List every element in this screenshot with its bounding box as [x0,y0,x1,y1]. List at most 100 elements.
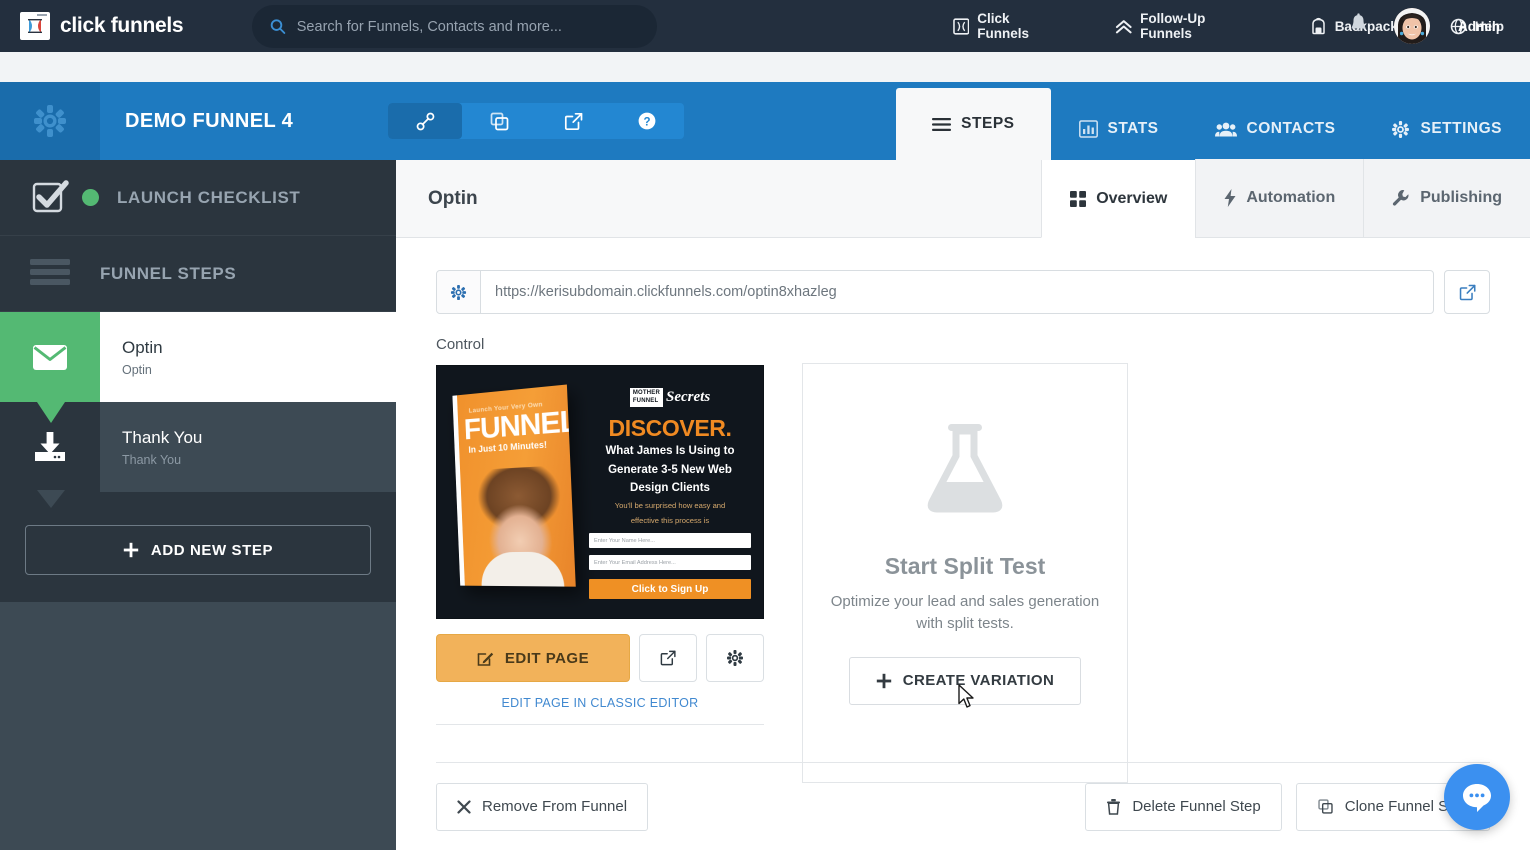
step-header: Optin Overview Automation Publishing [396,159,1530,238]
logo-line1: MOTHER [632,390,661,396]
bar-chart-icon [1078,120,1098,138]
funnel-help-button[interactable]: ? [610,103,684,139]
overview-panels: Control Launch Your Very Own FUNNEL In J… [436,336,1490,783]
gear-icon [1392,120,1410,138]
clickfunnels-logo-icon [20,12,50,40]
notifications-bell-button[interactable] [1323,13,1394,39]
tab-label: SETTINGS [1420,120,1502,137]
thumbnail-copy-block: MOTHER FUNNEL Secrets DISCOVER. What Jam… [589,388,751,600]
edit-page-label: EDIT PAGE [504,649,590,667]
avatar[interactable] [1394,8,1430,44]
page-settings-button[interactable] [706,634,764,682]
clone-icon [1318,799,1333,814]
sidebar-step-optin[interactable]: Optin Optin [0,312,396,423]
preview-page-button[interactable] [639,634,697,682]
thumbnail-small-1: You'll be surprised how easy and [614,500,726,510]
funnel-link-button[interactable] [388,103,462,139]
brand-name: click funnels [60,14,184,37]
page-url-field[interactable]: https://kerisubdomain.clickfunnels.com/o… [436,270,1434,314]
flask-icon [927,424,1003,513]
sidebar-item-launch-checklist[interactable]: LAUNCH CHECKLIST [0,160,396,236]
tab-automation[interactable]: Automation [1195,159,1364,237]
wrench-icon [1393,190,1409,206]
url-settings-button[interactable] [437,271,481,313]
funnel-open-button[interactable] [536,103,610,139]
tab-overview[interactable]: Overview [1041,160,1196,238]
funnel-title: DEMO FUNNEL 4 [125,109,294,132]
gear-icon [727,650,743,666]
remove-label: Remove From Funnel [482,798,628,815]
create-variation-button[interactable]: CREATE VARIATION [848,656,1082,708]
logo-line2: FUNNEL [632,397,659,404]
page-thumbnail[interactable]: Launch Your Very Own FUNNEL In Just 10 M… [436,365,764,619]
nav-item-follow-up-funnels[interactable]: Follow-Up Funnels [1089,0,1284,52]
add-new-step-button[interactable]: ADD NEW STEP [25,525,371,575]
checkbox-icon [32,179,69,212]
trash-icon [1107,799,1121,815]
tab-label: STATS [1107,120,1159,137]
tab-steps[interactable]: STEPS [896,88,1051,160]
subtab-label: Publishing [1420,189,1502,206]
thumbnail-book-image: Launch Your Very Own FUNNEL In Just 10 M… [452,384,576,587]
sidebar-item-funnel-steps[interactable]: FUNNEL STEPS [0,236,396,312]
page-body: LAUNCH CHECKLIST FUNNEL STEPS Optin Opti… [0,159,1530,850]
link-icon [416,112,434,130]
chat-widget-button[interactable] [1444,764,1510,830]
control-label: Control [436,336,485,353]
funnel-clone-button[interactable] [462,103,536,139]
external-link-icon [1459,284,1476,300]
svg-text:?: ? [643,116,650,128]
funnel-steps-icon-cell [0,236,100,311]
subtab-label: Overview [1096,189,1168,207]
edit-in-classic-editor-link[interactable]: EDIT PAGE IN CLASSIC EDITOR [436,696,764,710]
header-spacer-strip [0,52,1530,82]
topbar-right-group: Admin [1323,0,1530,52]
chevrons-up-icon [1115,19,1132,33]
thumbnail-name-input: Enter Your Name Here... [589,533,751,549]
tab-publishing[interactable]: Publishing [1363,159,1530,237]
optin-step-icon-cell [0,312,100,402]
edit-page-button[interactable]: EDIT PAGE [436,634,630,682]
thumbnail-logo: MOTHER FUNNEL Secrets [589,388,751,407]
funnel-sidebar: LAUNCH CHECKLIST FUNNEL STEPS Optin Opti… [0,160,396,850]
control-variation-column: Control Launch Your Very Own FUNNEL In J… [436,336,764,725]
envelope-icon [33,344,67,370]
external-link-icon [660,650,676,666]
tab-label: STEPS [961,115,1015,132]
status-badge [82,189,99,206]
funnel-tabs: STEPS STATS CONTACTS SETTINGS [896,82,1530,160]
download-inbox-icon [35,432,65,461]
thumbnail-cta-button: Click to Sign Up [589,579,751,600]
funnel-action-icon-group: ? [388,103,684,139]
step-subtitle: Thank You [122,452,182,467]
brand-logo-group[interactable]: click funnels [0,12,230,40]
hamburger-icon [932,117,952,131]
split-test-description: Optimize your lead and sales generation … [830,593,1100,632]
overview-content: https://kerisubdomain.clickfunnels.com/o… [396,238,1530,850]
open-page-button[interactable] [1444,270,1490,314]
top-navigation-bar: click funnels Click Funnels Follow-Up Fu… [0,0,1530,52]
split-test-panel: Start Split Test Optimize your lead and … [802,363,1128,783]
search-input[interactable] [296,18,639,35]
thumbnail-email-input: Enter Your Email Address Here... [589,555,751,571]
global-search[interactable] [252,5,657,48]
admin-menu-label[interactable]: Admin [1430,19,1530,34]
list-icon [30,258,70,285]
avatar-image [1394,8,1430,44]
tab-contacts[interactable]: CONTACTS [1187,98,1364,160]
logo-script-text: Secrets [666,389,711,405]
x-icon [457,799,471,814]
nav-item-click-funnels[interactable]: Click Funnels [927,0,1089,52]
delete-funnel-step-button[interactable]: Delete Funnel Step [1085,782,1282,831]
clone-icon [490,112,508,130]
funnel-header: DEMO FUNNEL 4 ? STEPS STATS CONTACTS SET… [0,82,1530,160]
tab-stats[interactable]: STATS [1051,98,1187,160]
remove-from-funnel-button[interactable]: Remove From Funnel [436,782,649,831]
thumbnail-small-2: effective this process is [630,515,710,525]
delete-label: Delete Funnel Step [1132,798,1261,815]
grid-icon [1070,190,1087,207]
tab-settings[interactable]: SETTINGS [1363,98,1530,160]
step-title: Optin [122,337,163,357]
funnel-settings-gear-button[interactable] [0,82,100,160]
footer-right-actions: Delete Funnel Step Clone Funnel Step [1085,782,1490,831]
